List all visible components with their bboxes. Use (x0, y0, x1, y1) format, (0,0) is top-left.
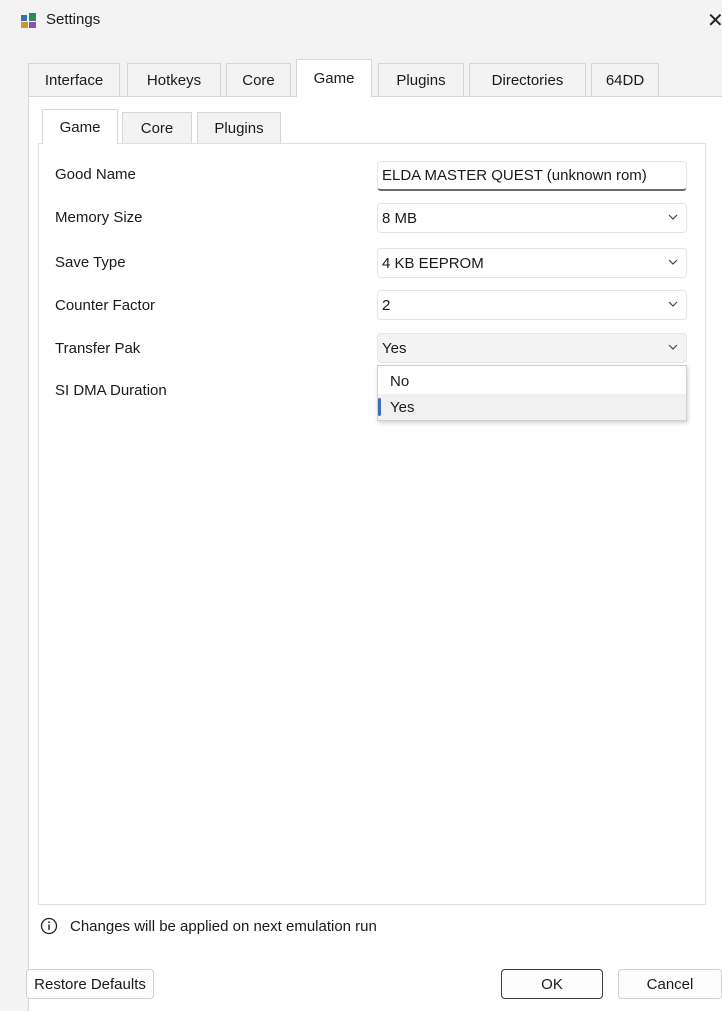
memory-size-value: 8 MB (382, 209, 418, 227)
subtab-plugins[interactable]: Plugins (197, 112, 281, 144)
transfer-pak-dropdown: No Yes (377, 365, 687, 421)
chevron-down-icon (668, 214, 678, 220)
close-button[interactable]: ✕ (707, 8, 722, 33)
good-name-input[interactable]: ELDA MASTER QUEST (unknown rom) (377, 161, 687, 191)
counter-factor-label: Counter Factor (55, 297, 156, 314)
transfer-pak-label: Transfer Pak (55, 340, 141, 357)
chevron-down-icon (668, 259, 678, 265)
save-type-label: Save Type (55, 254, 126, 271)
save-type-select[interactable]: 4 KB EEPROM (377, 248, 687, 278)
tab-plugins[interactable]: Plugins (378, 63, 464, 97)
good-name-value: ELDA MASTER QUEST (unknown rom) (382, 167, 647, 184)
title-bar: Settings ✕ (0, 0, 722, 42)
option-yes[interactable]: Yes (378, 394, 686, 420)
subtab-core[interactable]: Core (122, 112, 192, 144)
counter-factor-select[interactable]: 2 (377, 290, 687, 320)
tab-64dd[interactable]: 64DD (591, 63, 659, 97)
good-name-label: Good Name (55, 166, 136, 183)
info-message: Changes will be applied on next emulatio… (40, 917, 377, 935)
chevron-down-icon (668, 301, 678, 307)
tab-directories[interactable]: Directories (469, 63, 586, 97)
info-circle-icon (40, 917, 58, 935)
chevron-down-icon (668, 344, 678, 350)
tab-hotkeys[interactable]: Hotkeys (127, 63, 221, 97)
memory-size-select[interactable]: 8 MB (377, 203, 687, 233)
tab-interface[interactable]: Interface (28, 63, 120, 97)
counter-factor-value: 2 (382, 296, 391, 314)
transfer-pak-select[interactable]: Yes (377, 333, 687, 363)
tab-core[interactable]: Core (226, 63, 291, 97)
save-type-value: 4 KB EEPROM (382, 254, 484, 272)
restore-defaults-button[interactable]: Restore Defaults (26, 969, 154, 999)
cancel-button[interactable]: Cancel (618, 969, 722, 999)
subtab-game[interactable]: Game (42, 109, 118, 144)
ok-button[interactable]: OK (501, 969, 603, 999)
window-title: Settings (46, 11, 101, 28)
transfer-pak-value: Yes (382, 339, 407, 357)
option-no[interactable]: No (378, 368, 686, 394)
tab-game[interactable]: Game (296, 59, 372, 97)
memory-size-label: Memory Size (55, 209, 143, 226)
si-dma-duration-label: SI DMA Duration (55, 382, 167, 399)
app-settings-icon (21, 13, 36, 28)
info-text: Changes will be applied on next emulatio… (70, 917, 377, 935)
settings-window: Settings ✕ Interface Hotkeys Core Game P… (0, 0, 722, 1011)
